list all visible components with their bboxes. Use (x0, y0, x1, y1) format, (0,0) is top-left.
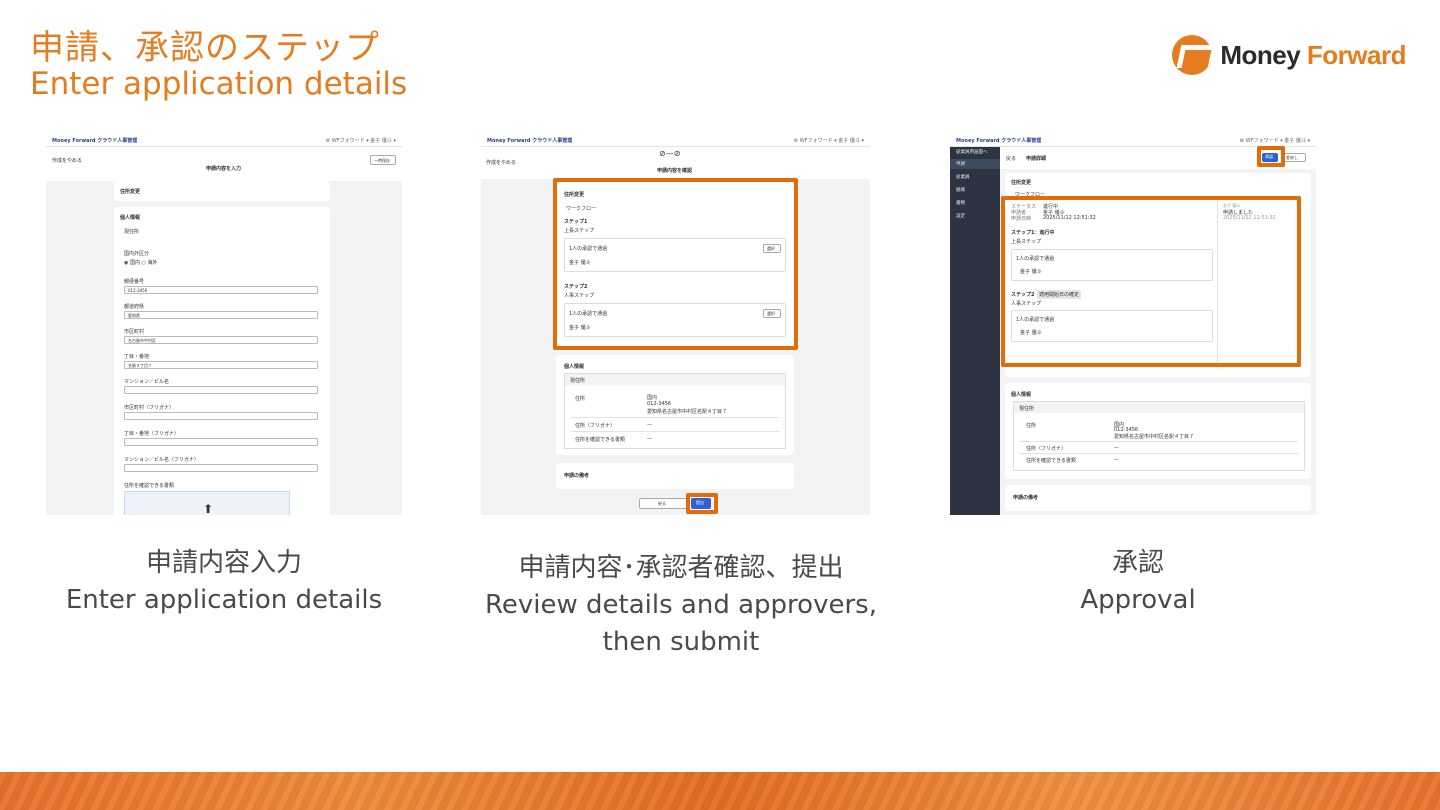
city-kana-label: 市区町村（フリガナ） (124, 405, 175, 411)
postal-input[interactable]: 012-3456 (124, 286, 318, 294)
section-title: 住所変更 (1011, 180, 1032, 186)
screenshot-review-submit: Money Forward クラウド人事管理 ⚙ WFフォワード ▾ 金子 優斗 … (481, 133, 870, 515)
step-title: 申請内容を確認 (657, 168, 693, 174)
address-country: 国内 (647, 395, 658, 401)
domestic-radio[interactable]: 国内 (130, 260, 140, 266)
logo-word-forward: Forward (1306, 39, 1407, 70)
highlight-workflow (1001, 196, 1301, 367)
caption-step-1: 申請内容入力 Enter application details (24, 545, 424, 619)
page-title: 申請詳細 (1026, 156, 1047, 162)
personal-info-form: 個人情報 現住所 国内外区分 ◉ 国内 ○ 海外 郵便番号 012-3456 都… (114, 207, 330, 515)
caption-step-1-jp: 申請内容入力 (145, 548, 302, 578)
side-navigation: 従業員用画面へ 申請 従業員 組織 書類 設定 (950, 147, 1000, 515)
screenshot-approval: Money Forward クラウド人事管理 ⚙ WFフォワード ▾ 金子 優斗 … (950, 133, 1316, 515)
page-title-jp: 申請、承認のステップ (30, 28, 380, 68)
nav-employees[interactable]: 従業員 (956, 174, 970, 180)
current-address-heading: 現住所 (124, 229, 140, 235)
building-kana-input[interactable] (124, 464, 318, 472)
city-label: 市区町村 (124, 329, 145, 335)
caption-step-2-jp: 申請内容･承認者確認、提出 (518, 553, 844, 583)
nav-organization[interactable]: 組織 (956, 187, 965, 193)
back-link[interactable]: 戻る (1006, 155, 1016, 162)
highlight-submit (686, 493, 718, 514)
street-kana-input[interactable] (124, 438, 318, 446)
prefecture-label: 都道府県 (124, 304, 145, 310)
section-title: 住所変更 (120, 189, 141, 195)
domestic-label: 国内外区分 (124, 251, 150, 257)
caption-step-3: 承認 Approval (988, 545, 1288, 619)
current-address-heading: 現住所 (570, 378, 586, 384)
city-kana-input[interactable] (124, 412, 318, 420)
upload-area[interactable]: ⬆ (124, 491, 290, 515)
prefecture-select[interactable]: 愛知県 (124, 311, 318, 319)
address-full: 愛知県名古屋市中村区名駅４丁目７ (647, 409, 728, 415)
document-label: 住所を確認できる書類 (575, 437, 625, 443)
postal-label: 郵便番号 (124, 279, 145, 285)
back-link[interactable]: 作成をやめる (486, 159, 516, 166)
address-postal: 012-3456 (647, 401, 672, 407)
building-label: マンション／ビル名 (124, 379, 170, 385)
logo-word-money: Money (1220, 39, 1301, 70)
personal-info-heading: 個人情報 (1011, 392, 1032, 398)
highlight-approvers (553, 178, 798, 350)
kana-label: 住所（フリガナ） (575, 423, 616, 429)
nav-employee-screen[interactable]: 従業員用画面へ (956, 149, 988, 155)
caption-step-2-en: Review details and approvers, then submi… (485, 590, 877, 657)
brand-name: Money Forward クラウド人事管理 (956, 138, 1042, 144)
brand-name: Money Forward クラウド人事管理 (52, 138, 138, 144)
street-kana-label: 丁目・番地（フリガナ） (124, 431, 180, 437)
nav-documents[interactable]: 書類 (956, 200, 965, 206)
page-title-en: Enter application details (30, 66, 408, 102)
city-input[interactable]: 名古屋市中村区 (124, 336, 318, 344)
nav-settings[interactable]: 設定 (956, 213, 965, 219)
street-label: 丁目・番地 (124, 354, 150, 360)
money-forward-logo: Money Forward (1172, 34, 1407, 76)
caption-step-2: 申請内容･承認者確認、提出 Review details and approve… (461, 550, 901, 661)
upload-icon: ⬆ (203, 502, 214, 515)
personal-info-heading: 個人情報 (120, 215, 141, 221)
address-label: 住所 (575, 396, 586, 402)
money-forward-logo-icon (1172, 35, 1213, 75)
progress-steps-icon: ⊘—⊘ (659, 149, 681, 158)
brand-name: Money Forward クラウド人事管理 (487, 138, 573, 144)
reject-button[interactable]: 差戻し (1282, 153, 1306, 162)
caption-step-1-en: Enter application details (65, 585, 383, 615)
caption-step-3-en: Approval (1080, 585, 1196, 615)
save-draft-button[interactable]: 一時保存 (370, 155, 396, 165)
back-link[interactable]: 作成をやめる (52, 157, 82, 164)
step-title: 申請内容を入力 (206, 166, 242, 172)
nav-requests[interactable]: 申請 (956, 161, 965, 167)
street-input[interactable]: 名駅４丁目７ (124, 361, 318, 369)
building-input[interactable] (124, 386, 318, 394)
overseas-radio[interactable]: 海外 (148, 260, 158, 266)
caption-step-3-jp: 承認 (1111, 548, 1164, 578)
remarks-heading: 申請の備考 (1013, 495, 1039, 501)
screenshot-enter-details: Money Forward クラウド人事管理 ⚙ WFフォワード ▾ 金子 優斗 … (46, 133, 402, 515)
remarks-heading: 申請の備考 (564, 473, 590, 479)
personal-info-heading: 個人情報 (564, 364, 585, 370)
back-button[interactable]: 戻る (639, 498, 687, 509)
footer-decorative-bar (0, 772, 1440, 810)
highlight-approve (1257, 146, 1285, 167)
document-label: 住所を確認できる書類 (124, 483, 174, 489)
building-kana-label: マンション／ビル名（フリガナ） (124, 457, 200, 463)
